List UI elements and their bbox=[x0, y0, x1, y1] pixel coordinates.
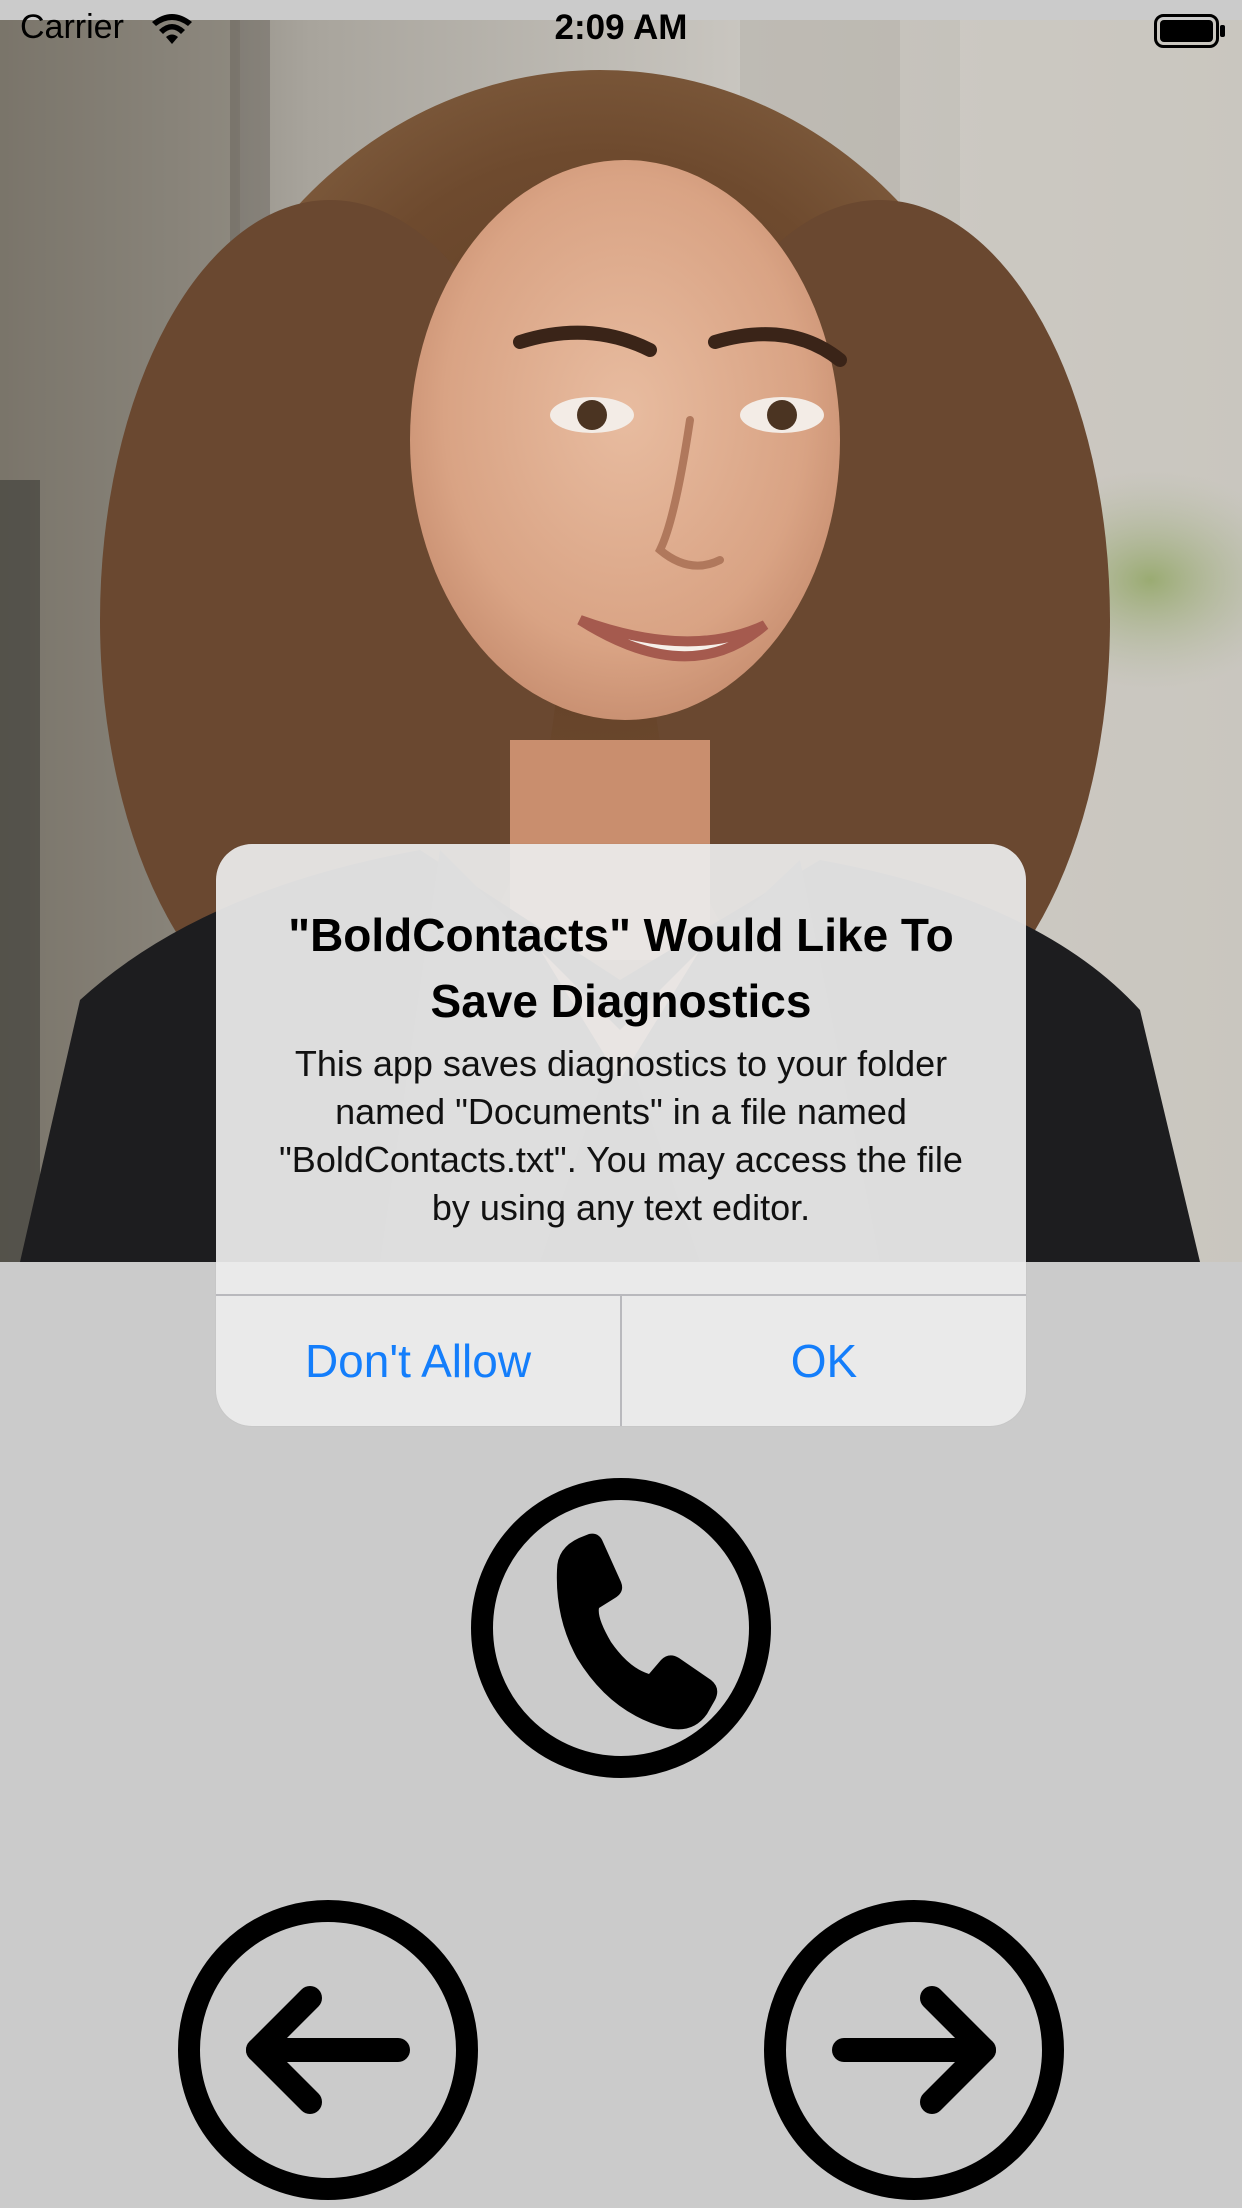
previous-contact-button[interactable] bbox=[178, 1900, 478, 2200]
status-time: 2:09 AM bbox=[554, 8, 688, 47]
battery-full-icon bbox=[1154, 14, 1225, 48]
dont-allow-button[interactable]: Don't Allow bbox=[216, 1296, 620, 1426]
call-button[interactable] bbox=[471, 1478, 771, 1778]
arrow-left-icon bbox=[178, 1900, 478, 2200]
ok-button[interactable]: OK bbox=[622, 1296, 1026, 1426]
status-bar: Carrier 2:09 AM bbox=[0, 0, 1242, 62]
alert-title: "BoldContacts" Would Like To Save Diagno… bbox=[288, 909, 954, 1027]
alert-body: "BoldContacts" Would Like To Save Diagno… bbox=[216, 844, 1026, 1294]
permission-alert: "BoldContacts" Would Like To Save Diagno… bbox=[216, 844, 1026, 1426]
phone-icon bbox=[471, 1478, 771, 1778]
arrow-right-icon bbox=[764, 1900, 1064, 2200]
next-contact-button[interactable] bbox=[764, 1900, 1064, 2200]
alert-message: This app saves diagnostics to your folde… bbox=[279, 1043, 963, 1228]
app-screen: Carrier 2:09 AM "BoldContacts" Would Lik… bbox=[0, 0, 1242, 2208]
